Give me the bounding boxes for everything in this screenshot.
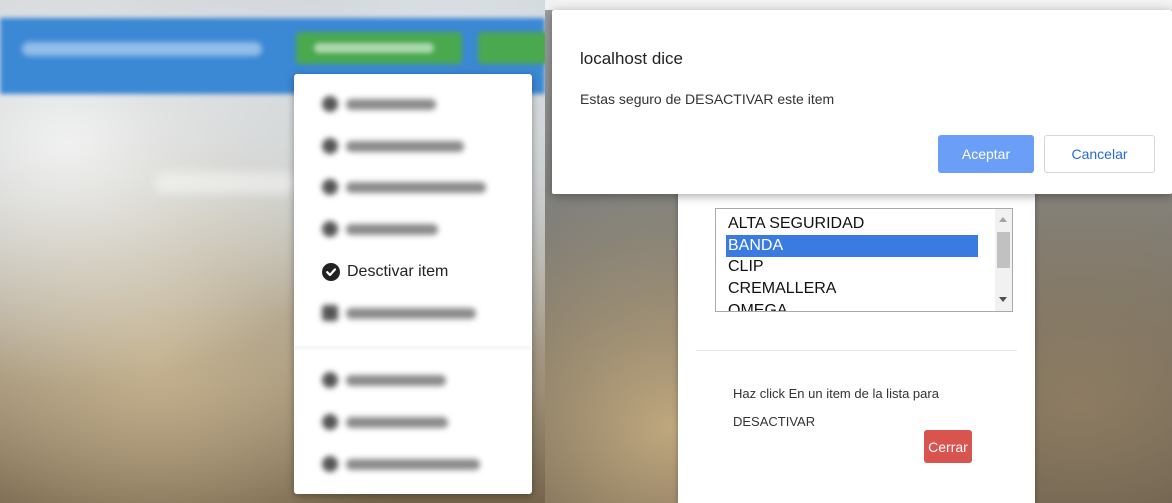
- dropdown-item-blurred[interactable]: [322, 371, 446, 389]
- items-dropdown-menu: Desctivar item: [294, 74, 532, 494]
- list-option[interactable]: CLIP: [726, 256, 978, 278]
- item-icon: [322, 138, 338, 154]
- background-page-blurred: Desctivar item: [0, 0, 545, 503]
- close-button[interactable]: Cerrar: [924, 430, 972, 463]
- navbar-brand-blurred: [22, 42, 262, 56]
- background-heading-blurred: [155, 172, 295, 194]
- item-icon: [322, 96, 338, 112]
- item-icon: [322, 414, 338, 430]
- dropdown-item-blurred[interactable]: [322, 413, 448, 431]
- dropdown-divider: [294, 347, 532, 348]
- check-circle-icon: [322, 263, 340, 281]
- dialog-message: Estas seguro de DESACTIVAR este item: [580, 91, 835, 107]
- dropdown-item-blurred[interactable]: [322, 178, 486, 196]
- dialog-title: localhost dice: [580, 49, 684, 68]
- item-icon: [322, 179, 338, 195]
- alert-backdrop-strip: [545, 0, 1172, 10]
- instruction-line: Haz click En un item de la lista para: [733, 386, 939, 401]
- item-icon: [322, 456, 338, 472]
- listbox-scrollbar[interactable]: [995, 209, 1012, 311]
- items-dropdown-button[interactable]: [296, 32, 462, 64]
- list-option[interactable]: OMEGA: [726, 300, 978, 311]
- modal-divider: [696, 350, 1017, 351]
- secondary-nav-button[interactable]: [478, 32, 545, 64]
- list-option-selected[interactable]: BANDA: [726, 235, 978, 257]
- item-icon: [322, 372, 338, 388]
- items-listbox[interactable]: ALTA SEGURIDAD BANDA CLIP CREMALLERA OME…: [715, 208, 1013, 312]
- accept-button[interactable]: Aceptar: [938, 135, 1034, 173]
- browser-confirm-dialog: localhost dice Estas seguro de DESACTIVA…: [552, 10, 1172, 194]
- dropdown-item-blurred[interactable]: [322, 304, 476, 322]
- foreground-page: ALTA SEGURIDAD BANDA CLIP CREMALLERA OME…: [545, 0, 1172, 503]
- dropdown-item-blurred[interactable]: [322, 455, 480, 473]
- scroll-down-arrow-icon[interactable]: [999, 297, 1007, 302]
- scrollbar-thumb[interactable]: [997, 232, 1010, 268]
- list-option[interactable]: CREMALLERA: [726, 278, 978, 300]
- dropdown-item-deactivate[interactable]: Desctivar item: [322, 260, 448, 284]
- cancel-button[interactable]: Cancelar: [1044, 135, 1155, 173]
- dropdown-item-label: Desctivar item: [347, 263, 449, 280]
- dropdown-item-blurred[interactable]: [322, 95, 436, 113]
- item-icon: [322, 221, 338, 237]
- dropdown-item-blurred[interactable]: [322, 137, 464, 155]
- scroll-up-arrow-icon[interactable]: [999, 217, 1007, 222]
- item-icon: [322, 305, 338, 321]
- dropdown-item-blurred[interactable]: [322, 220, 438, 238]
- deactivate-item-modal: ALTA SEGURIDAD BANDA CLIP CREMALLERA OME…: [678, 180, 1035, 503]
- list-option[interactable]: ALTA SEGURIDAD: [726, 213, 978, 235]
- modal-instructions: Haz click En un item de la lista para DE…: [733, 380, 1013, 436]
